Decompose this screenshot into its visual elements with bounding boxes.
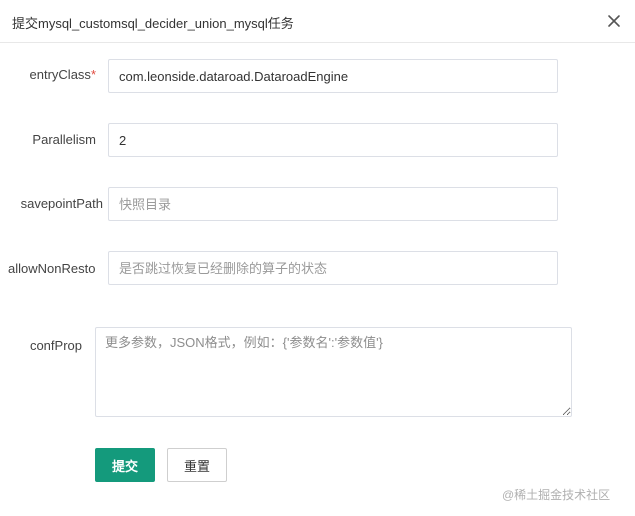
savepoint-path-label: savepointPath <box>20 196 103 211</box>
savepoint-path-input[interactable] <box>108 187 558 221</box>
close-icon[interactable] <box>604 11 624 31</box>
watermark: @稀土掘金技术社区 <box>502 488 611 502</box>
parallelism-label: Parallelism <box>32 132 96 147</box>
dialog-title: 提交mysql_customsql_decider_union_mysql任务 <box>12 16 294 31</box>
conf-prop-label: confProp <box>29 338 82 353</box>
dialog-header: 提交mysql_customsql_decider_union_mysql任务 <box>0 0 635 43</box>
entry-class-input[interactable] <box>108 59 558 93</box>
allow-non-restored-input[interactable] <box>108 251 558 285</box>
conf-prop-textarea[interactable] <box>95 327 572 417</box>
reset-button[interactable]: 重置 <box>167 448 227 482</box>
parallelism-input[interactable] <box>108 123 558 157</box>
required-mark: * <box>90 67 96 82</box>
entry-class-label: entryClass* <box>29 67 96 82</box>
submit-button[interactable]: 提交 <box>95 448 155 482</box>
allow-non-restored-label: allowNonResto <box>8 261 96 276</box>
submit-task-dialog: 提交mysql_customsql_decider_union_mysql任务 … <box>0 0 635 516</box>
